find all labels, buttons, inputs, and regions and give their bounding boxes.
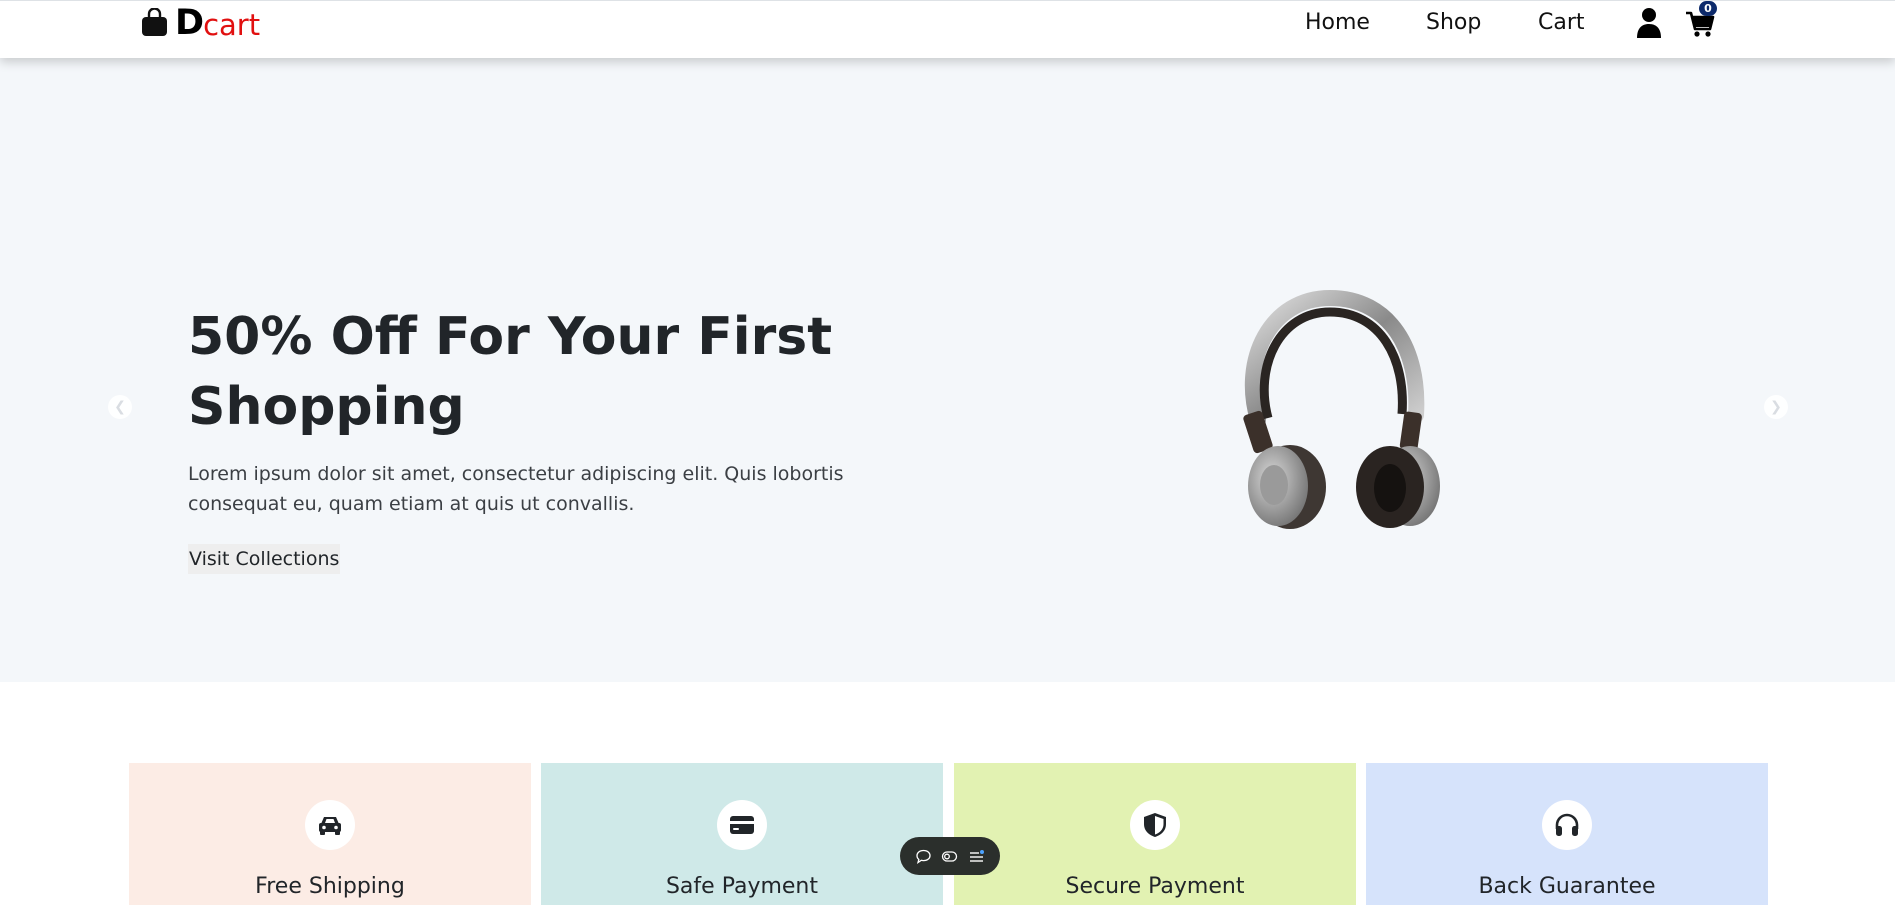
hero-description: Lorem ipsum dolor sit amet, consectetur … (188, 463, 844, 515)
hero-title: 50% Off For Your First Shopping (188, 307, 833, 437)
nav-cart-link[interactable]: Cart (1538, 10, 1585, 35)
feature-label: Back Guarantee (1478, 874, 1656, 899)
feature-card-safe-payment: Safe Payment (541, 763, 943, 905)
user-icon[interactable] (1633, 5, 1665, 39)
feature-label: Secure Payment (1065, 874, 1245, 899)
brand-name: cart (203, 8, 261, 42)
headphones-image (1243, 290, 1440, 529)
toggle-icon[interactable] (941, 848, 958, 865)
cart-count-badge: 0 (1699, 1, 1717, 16)
feature-card-free-shipping: Free Shipping (129, 763, 531, 905)
brand-logo[interactable]: D cart (141, 3, 260, 43)
carousel-prev-button[interactable]: ❮ (108, 395, 132, 419)
list-icon[interactable] (968, 848, 985, 865)
brand-initial: D (175, 3, 204, 43)
shopping-bag-icon (142, 8, 167, 36)
feature-label: Safe Payment (665, 874, 819, 899)
comment-icon[interactable] (915, 848, 932, 865)
floating-toolbar (900, 837, 1000, 875)
feature-card-back-guarantee: Back Guarantee (1366, 763, 1768, 905)
chevron-left-icon: ❮ (114, 399, 126, 415)
credit-card-icon (730, 816, 754, 834)
visit-collections-button[interactable]: Visit Collections (188, 544, 341, 574)
carousel-next-button[interactable]: ❯ (1764, 395, 1788, 419)
nav-shop-link[interactable]: Shop (1426, 10, 1481, 35)
car-icon (319, 817, 341, 835)
nav-home-link[interactable]: Home (1305, 10, 1370, 35)
headphones-icon (1555, 813, 1579, 836)
navbar: D cart Home Shop Cart 0 (0, 0, 1895, 58)
feature-card-secure-payment: Secure Payment (954, 763, 1356, 905)
shield-icon (1144, 813, 1166, 837)
chevron-right-icon: ❯ (1770, 399, 1782, 415)
feature-label: Free Shipping (255, 874, 405, 899)
features-section: Free Shipping Safe Payment Secure Paymen… (129, 763, 1770, 905)
